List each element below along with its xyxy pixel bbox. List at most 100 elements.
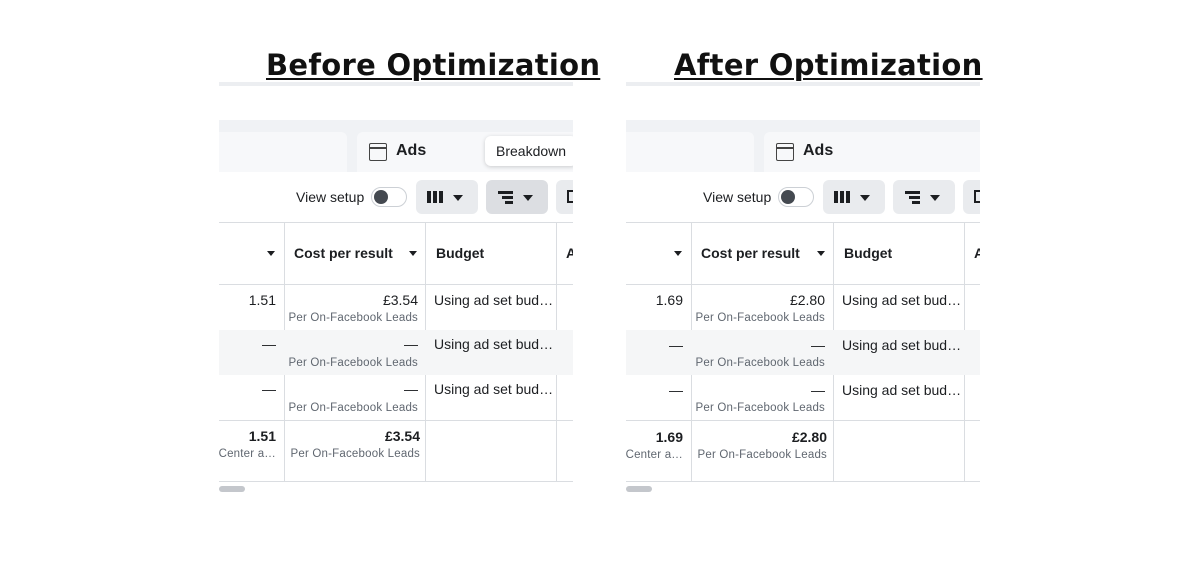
cost-subtext: Per On-Facebook Leads [288,357,418,369]
columns-button[interactable] [416,180,478,214]
table-row[interactable]: — — Per On-Facebook Leads Using ad set b… [626,330,980,375]
header-budget[interactable]: Budget [425,222,556,284]
cost-value: £2.80 [789,292,825,308]
ads-window-icon [369,143,387,161]
chevron-down-icon [860,195,870,201]
header-budget-label: Budget [436,245,485,261]
results-value: — [262,381,276,397]
view-setup-toggle[interactable] [778,187,814,207]
header-cost-per-result[interactable]: Cost per result [691,222,833,284]
results-value: — [669,337,683,353]
total-results-subtext: s Center a… [626,449,683,461]
view-setup-toggle[interactable] [371,187,407,207]
total-row: 1.69 s Center a… £2.80 Per On-Facebook L… [626,421,980,481]
tab-ad-sets[interactable] [219,132,347,172]
total-results-value: 1.69 [655,429,683,445]
sort-caret-icon[interactable] [409,251,417,256]
results-value: — [262,336,276,352]
toolbar: View setup [626,172,980,222]
breakdown-tooltip: Breakdown [485,136,573,166]
before-screenshot: Ads View setup Breakdown Cost per result… [219,82,573,502]
total-cost-value: £2.80 [791,429,827,445]
breakdown-icon [905,191,920,204]
total-cost-subtext: Per On-Facebook Leads [697,449,827,461]
cost-subtext: Per On-Facebook Leads [695,402,825,414]
cost-value: £3.54 [382,292,418,308]
bottom-divider [626,481,980,482]
after-screenshot: Ads View setup Cost per result Budget A … [626,82,980,502]
header-results[interactable] [219,222,284,284]
header-cost-per-result-label: Cost per result [701,245,800,261]
results-value: 1.51 [248,292,276,308]
header-budget-label: Budget [844,245,893,261]
toggle-knob [374,190,388,204]
columns-icon [834,191,850,203]
total-cost-subtext: Per On-Facebook Leads [290,448,420,460]
cost-value: — [404,336,418,352]
total-row: 1.51 s Center a… £3.54 Per On-Facebook L… [219,421,573,481]
budget-value: Using ad set bud… [434,336,554,352]
reports-button[interactable] [963,180,980,214]
toggle-knob [781,190,795,204]
table-row[interactable]: — — Per On-Facebook Leads Using ad set b… [626,375,980,420]
table-row[interactable]: 1.51 £3.54 Per On-Facebook Leads Using a… [219,285,573,330]
total-results-value: 1.51 [248,428,276,444]
bottom-divider [219,481,573,482]
tab-bar: Ads [626,120,980,172]
tab-ads-label: Ads [803,142,834,159]
view-setup-label: View setup [703,189,772,205]
tab-ads[interactable]: Ads [764,132,980,172]
table-row[interactable]: 1.69 £2.80 Per On-Facebook Leads Using a… [626,285,980,330]
top-divider [626,82,980,86]
budget-value: Using ad set bud… [842,382,962,398]
results-value: 1.69 [655,292,683,308]
breakdown-button[interactable] [486,180,548,214]
header-next[interactable]: A [556,222,573,284]
header-next[interactable]: A [964,222,980,284]
horizontal-scrollbar[interactable] [219,486,245,492]
reports-icon [974,190,980,203]
ads-window-icon [776,143,794,161]
budget-value: Using ad set bud… [842,337,962,353]
tab-ads-label: Ads [396,142,427,159]
columns-button[interactable] [823,180,885,214]
chevron-down-icon [523,195,533,201]
cost-subtext: Per On-Facebook Leads [695,312,825,324]
sort-caret-icon[interactable] [674,251,682,256]
header-budget[interactable]: Budget [833,222,964,284]
total-cost-value: £3.54 [384,428,420,444]
breakdown-icon [498,191,513,204]
tab-ad-sets[interactable] [626,132,754,172]
sort-caret-icon[interactable] [267,251,275,256]
view-setup-label: View setup [296,189,365,205]
budget-value: Using ad set bud… [434,292,554,308]
toolbar: View setup [219,172,573,222]
cost-value: — [404,381,418,397]
columns-icon [427,191,443,203]
header-next-label: A [974,245,980,261]
budget-value: Using ad set bud… [842,292,962,308]
before-heading: Before Optimization [266,48,601,82]
header-cost-per-result-label: Cost per result [294,245,393,261]
total-results-subtext: s Center a… [219,448,276,460]
cost-subtext: Per On-Facebook Leads [288,402,418,414]
sort-caret-icon[interactable] [817,251,825,256]
results-value: — [669,382,683,398]
header-cost-per-result[interactable]: Cost per result [284,222,425,284]
breakdown-button[interactable] [893,180,955,214]
cost-value: — [811,337,825,353]
horizontal-scrollbar[interactable] [626,486,652,492]
reports-button[interactable] [556,180,573,214]
top-divider [219,82,573,86]
chevron-down-icon [930,195,940,201]
table-row[interactable]: — — Per On-Facebook Leads Using ad set b… [219,330,573,375]
after-heading: After Optimization [674,48,983,82]
header-results[interactable] [626,222,691,284]
chevron-down-icon [453,195,463,201]
header-next-label: A [566,245,573,261]
reports-icon [567,190,573,203]
table-row[interactable]: — — Per On-Facebook Leads Using ad set b… [219,375,573,420]
budget-value: Using ad set bud… [434,381,554,397]
cost-subtext: Per On-Facebook Leads [288,312,418,324]
cost-subtext: Per On-Facebook Leads [695,357,825,369]
